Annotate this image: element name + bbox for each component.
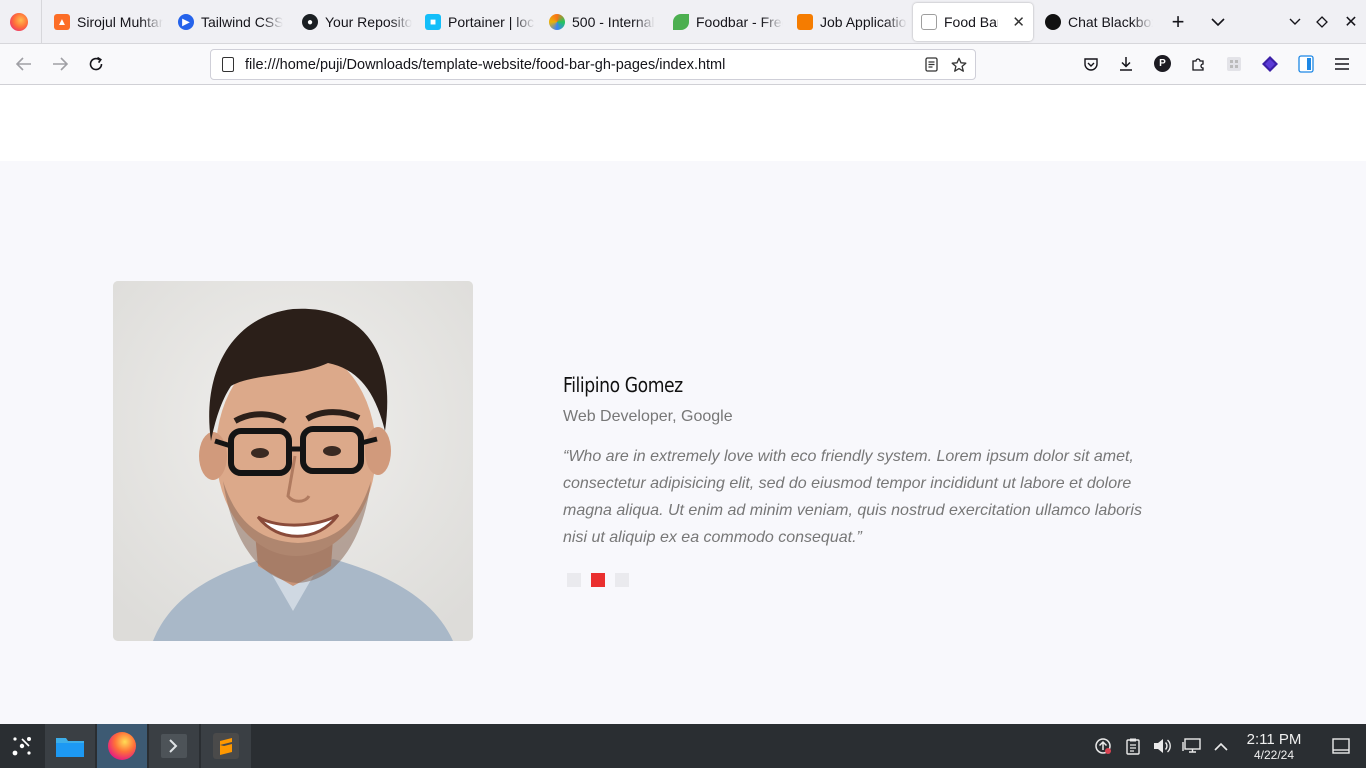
extension-grid-icon[interactable]	[1223, 53, 1245, 75]
firefox-task[interactable]	[97, 724, 147, 768]
bookmark-star-icon[interactable]	[947, 53, 971, 77]
reader-view-icon[interactable]	[919, 53, 943, 77]
tab-label: Foodbar - Free	[696, 14, 783, 30]
show-desktop-icon[interactable]	[1331, 736, 1351, 756]
gitlab-icon: ▲	[54, 14, 70, 30]
tab-500-error[interactable]: 500 - Internal	[549, 3, 659, 41]
pinwheel-icon	[549, 14, 565, 30]
terminal-icon	[161, 734, 187, 758]
extension-cube-icon[interactable]	[1259, 53, 1281, 75]
application-launcher-button[interactable]	[0, 724, 44, 768]
window-minimize-button[interactable]	[1284, 11, 1306, 33]
carousel-dot-3[interactable]	[615, 573, 629, 587]
testimonial-quote: “Who are in extremely love with eco frie…	[563, 448, 1142, 546]
web-page: Filipino Gomez Web Developer, Google “Wh…	[0, 85, 1366, 724]
tab-label: Job Application	[820, 14, 907, 30]
arrow-left-icon	[16, 57, 31, 71]
reload-icon	[89, 56, 103, 71]
arrow-right-icon	[53, 57, 68, 71]
blackbox-icon	[1045, 14, 1061, 30]
tab-github[interactable]: ● Your Repositories	[302, 3, 412, 41]
clipboard-icon[interactable]	[1123, 736, 1143, 756]
tab-label: Food Bar	[944, 14, 999, 30]
page-info-icon[interactable]	[222, 57, 234, 72]
navigation-toolbar: file:///home/puji/Downloads/template-web…	[0, 44, 1366, 85]
firefox-view-icon[interactable]	[10, 13, 28, 31]
testimonial-section: Filipino Gomez Web Developer, Google “Wh…	[0, 161, 1366, 724]
tab-separator	[41, 0, 42, 44]
digital-clock[interactable]: 2:11 PM 4/22/24	[1240, 731, 1308, 763]
tab-strip: ▲ Sirojul Muhtar ▶ Tailwind CSS ● Your R…	[0, 0, 1366, 44]
tab-job-application[interactable]: Job Application	[797, 3, 907, 41]
tab-food-bar[interactable]: Food Bar ✕	[913, 3, 1033, 41]
url-bar[interactable]: file:///home/puji/Downloads/template-web…	[210, 49, 976, 80]
app-menu-icon[interactable]	[1331, 53, 1353, 75]
play-icon: ▶	[178, 14, 194, 30]
carousel-dot-1[interactable]	[567, 573, 581, 587]
tab-label: Chat Blackbox	[1068, 14, 1153, 30]
tab-foodbar-free[interactable]: Foodbar - Free	[673, 3, 783, 41]
extension-sidebar-icon[interactable]	[1295, 53, 1317, 75]
downloads-icon[interactable]	[1115, 53, 1137, 75]
tab-label: Sirojul Muhtar	[77, 14, 164, 30]
reload-button[interactable]	[84, 52, 108, 76]
chevron-down-icon	[1211, 17, 1225, 26]
window-close-button[interactable]: ✕	[1340, 11, 1362, 33]
firefox-icon	[108, 732, 136, 760]
testimonial-name: Filipino Gomez	[563, 373, 683, 397]
chevron-down-icon	[1289, 18, 1301, 25]
file-manager-task[interactable]	[45, 724, 95, 768]
tab-tailwind[interactable]: ▶ Tailwind CSS	[178, 3, 288, 41]
tab-label: 500 - Internal	[572, 14, 655, 30]
volume-icon[interactable]	[1152, 736, 1172, 756]
portainer-icon: ■	[425, 14, 441, 30]
tab-label: Tailwind CSS	[201, 14, 284, 30]
tab-label: Your Repositories	[325, 14, 412, 30]
folder-icon	[56, 738, 84, 757]
profile-icon[interactable]: P	[1154, 55, 1171, 72]
clock-time: 2:11 PM	[1246, 731, 1302, 748]
back-button[interactable]	[12, 52, 36, 76]
tab-portainer[interactable]: ■ Portainer | local	[425, 3, 535, 41]
tab-sirojul[interactable]: ▲ Sirojul Muhtar	[54, 3, 164, 41]
diamond-icon	[1316, 16, 1328, 28]
tab-label: Portainer | local	[448, 14, 535, 30]
launcher-icon	[12, 737, 31, 756]
clock-date: 4/22/24	[1253, 748, 1295, 762]
close-tab-icon[interactable]: ✕	[1012, 13, 1025, 31]
carousel-dot-2-active[interactable]	[591, 573, 605, 587]
sublime-text-task[interactable]	[201, 724, 251, 768]
update-notifier-icon[interactable]	[1093, 736, 1113, 756]
testimonial-role: Web Developer, Google	[563, 408, 733, 425]
system-tray-expand-icon[interactable]	[1211, 736, 1231, 756]
leaf-icon	[673, 14, 689, 30]
page-icon	[921, 14, 937, 30]
taskbar: 2:11 PM 4/22/24	[0, 724, 1366, 768]
carousel-dots	[567, 573, 629, 587]
sublime-text-icon	[213, 733, 239, 759]
list-tabs-button[interactable]	[1207, 11, 1229, 33]
url-text[interactable]: file:///home/puji/Downloads/template-web…	[245, 57, 919, 73]
person-photo	[113, 281, 473, 641]
tab-chat-blackbox[interactable]: Chat Blackbox	[1045, 3, 1153, 41]
extensions-puzzle-icon[interactable]	[1187, 53, 1209, 75]
window-maximize-button[interactable]	[1311, 11, 1333, 33]
new-tab-button[interactable]: +	[1167, 9, 1189, 34]
github-icon: ●	[302, 14, 318, 30]
forward-button[interactable]	[48, 52, 72, 76]
doc-icon	[797, 14, 813, 30]
pocket-icon[interactable]	[1080, 53, 1102, 75]
terminal-task[interactable]	[149, 724, 199, 768]
testimonial-portrait	[113, 281, 473, 641]
network-icon[interactable]	[1182, 736, 1202, 756]
